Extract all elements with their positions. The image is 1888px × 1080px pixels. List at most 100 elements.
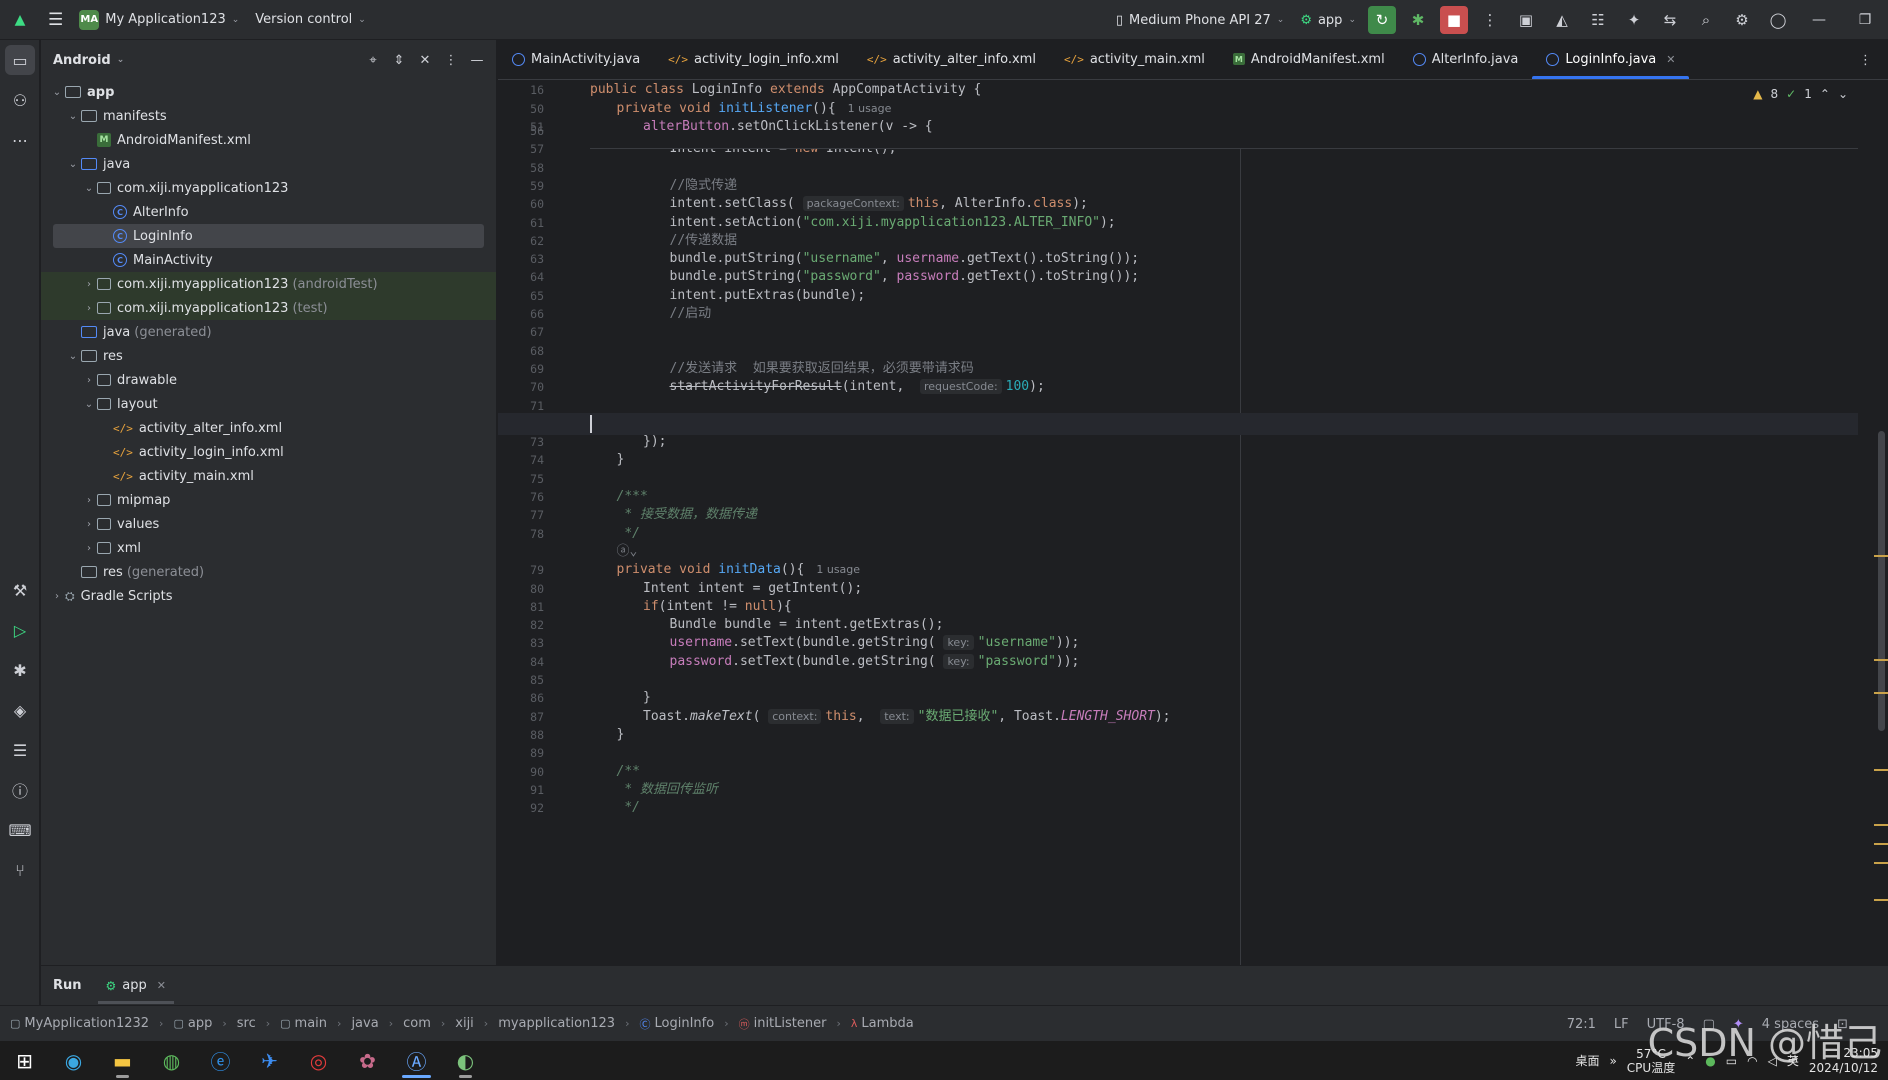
git-icon[interactable]: ⑂ [0, 850, 40, 890]
error-stripe-mark[interactable] [1874, 843, 1888, 845]
tree-node[interactable]: › mipmap [41, 488, 496, 512]
problems-icon[interactable]: ⓘ [0, 770, 40, 810]
tree-node[interactable]: </> activity_login_info.xml [41, 440, 496, 464]
expand-all-icon[interactable]: ⇕ [388, 53, 410, 68]
sync-gradle-icon[interactable]: ⇆ [1652, 0, 1688, 40]
resource-manager-icon[interactable]: ⚇ [0, 80, 40, 120]
chevron-down-icon[interactable]: ⌄ [65, 351, 81, 362]
error-stripe-mark[interactable] [1874, 555, 1888, 557]
tree-node[interactable]: C LoginInfo [53, 224, 484, 248]
debug-button[interactable]: ✱ [1400, 0, 1436, 40]
more-tools-icon[interactable]: ⋯ [0, 120, 40, 160]
error-stripe-mark[interactable] [1874, 659, 1888, 661]
usage-hint[interactable]: 1 usage [848, 102, 892, 115]
run-config-selector[interactable]: ⚙ app ⌄ [1292, 6, 1364, 34]
tree-node[interactable]: › com.xiji.myapplication123 (test) [41, 296, 496, 320]
breadcrumb-item[interactable]: myapplication123 [498, 1016, 615, 1031]
editor-tab[interactable]: M AndroidManifest.xml [1219, 39, 1399, 79]
code-line[interactable]: //启动 [670, 303, 712, 325]
breadcrumb-item[interactable]: ▢ MyApplication1232 [10, 1016, 149, 1031]
chevron-down-icon[interactable]: ⌄ [49, 87, 65, 98]
minimize-button[interactable]: — [1796, 0, 1842, 40]
tree-node[interactable]: java (generated) [41, 320, 496, 344]
error-stripe-mark[interactable] [1874, 862, 1888, 864]
editor-tab[interactable]: </> activity_main.xml [1050, 39, 1219, 79]
tree-node[interactable]: C AlterInfo [41, 200, 496, 224]
code-line[interactable]: }); [643, 431, 666, 453]
error-stripe-mark[interactable] [1874, 824, 1888, 826]
build-icon[interactable]: ⚒ [0, 570, 40, 610]
tree-node[interactable]: › drawable [41, 368, 496, 392]
breadcrumb-item[interactable]: Ⓒ LoginInfo [640, 1016, 715, 1032]
emulator-taskbar-icon[interactable]: ◐ [441, 1041, 490, 1080]
tree-node[interactable]: res (generated) [41, 560, 496, 584]
run-tool-icon[interactable]: ▷ [0, 610, 40, 650]
main-menu-button[interactable]: ☰ [40, 6, 71, 34]
collapse-all-icon[interactable]: ✕ [414, 53, 436, 68]
tab-options-icon[interactable]: ⋮ [1859, 40, 1872, 80]
error-stripe-mark[interactable] [1874, 769, 1888, 771]
device-selector[interactable]: ▯ Medium Phone API 27 ⌄ [1108, 6, 1292, 34]
close-icon[interactable]: ✕ [157, 979, 166, 992]
account-icon[interactable]: ◯ [1760, 0, 1796, 40]
breadcrumb-item[interactable]: java [351, 1016, 378, 1031]
tree-node[interactable]: ⌄ com.xiji.myapplication123 [41, 176, 496, 200]
breadcrumb-item[interactable]: ⓜ initListener [739, 1016, 827, 1032]
code-editor[interactable]: ▲ 8 ✓ 1 ⌃ ⌄ 16 50 51 56 57 58 59 60 61 62 63 64 65 66… [498, 81, 1888, 965]
inspection-widget[interactable]: ▲ 8 ✓ 1 ⌃ ⌄ [1753, 87, 1848, 101]
tree-node[interactable]: ⌄ layout [41, 392, 496, 416]
code-line[interactable]: */ [617, 797, 640, 819]
windows-start-icon[interactable]: ⊞ [0, 1041, 49, 1080]
chevron-right-icon[interactable]: › [81, 375, 97, 386]
editor-tab[interactable]: </> activity_alter_info.xml [853, 39, 1050, 79]
line-separator[interactable]: LF [1614, 1017, 1629, 1032]
layout-inspector-icon[interactable]: ☷ [1580, 0, 1616, 40]
sdk-manager-icon[interactable]: ◭ [1544, 0, 1580, 40]
breadcrumb-item[interactable]: com [403, 1016, 431, 1031]
chevron-right-icon[interactable]: › [81, 495, 97, 506]
browser-green-icon[interactable]: ◍ [147, 1041, 196, 1080]
locate-file-icon[interactable]: ⌖ [362, 53, 384, 68]
netease-music-icon[interactable]: ◎ [294, 1041, 343, 1080]
logcat-icon[interactable]: ☰ [0, 730, 40, 770]
project-tool-icon[interactable]: ▭ [5, 45, 35, 75]
tree-node[interactable]: </> activity_main.xml [41, 464, 496, 488]
scroll-thumb[interactable] [1878, 431, 1885, 731]
edge-browser-icon[interactable]: ◉ [49, 1041, 98, 1080]
chevron-down-icon[interactable]: ⌄ [65, 159, 81, 170]
chevron-down-icon[interactable]: ⌄ [81, 399, 97, 410]
next-highlight-icon[interactable]: ⌄ [1838, 87, 1848, 101]
breadcrumb-item[interactable]: ▢ app [173, 1016, 212, 1031]
editor-tab[interactable]: MainActivity.java [498, 39, 654, 79]
rerun-button[interactable]: ↻ [1368, 6, 1396, 34]
tree-node[interactable]: › xml [41, 536, 496, 560]
tree-node[interactable]: ⌄ manifests [41, 104, 496, 128]
sticky-scroll-header[interactable]: public class LoginInfo extends AppCompat… [590, 81, 1858, 149]
stop-button[interactable]: ■ [1440, 6, 1468, 34]
code-area[interactable]: public class LoginInfo extends AppCompat… [498, 81, 1858, 965]
more-actions-icon[interactable]: ⋮ [1472, 0, 1508, 40]
chevron-down-icon[interactable]: ⌄ [65, 111, 81, 122]
options-icon[interactable]: ⋮ [440, 53, 462, 68]
chevron-right-icon[interactable]: › [81, 303, 97, 314]
breadcrumb-item[interactable]: λ Lambda [851, 1016, 914, 1031]
tree-node[interactable]: ⌄ app [41, 80, 496, 104]
breadcrumb-item[interactable]: src [237, 1016, 256, 1031]
caret-position[interactable]: 72:1 [1567, 1017, 1596, 1032]
search-icon[interactable]: ⌕ [1688, 0, 1724, 40]
app-quality-icon[interactable]: ◈ [0, 690, 40, 730]
code-line[interactable]: } [617, 449, 625, 471]
error-stripe-mark[interactable] [1874, 692, 1888, 694]
chevron-right-icon[interactable]: › [81, 519, 97, 530]
chevron-right-icon[interactable]: › [81, 279, 97, 290]
profiler-icon[interactable]: ✦ [1616, 0, 1652, 40]
game-app-icon[interactable]: ✿ [343, 1041, 392, 1080]
breadcrumb-item[interactable]: ▢ main [280, 1016, 327, 1031]
breadcrumb-item[interactable]: xiji [455, 1016, 474, 1031]
android-studio-taskbar-icon[interactable]: Ⓐ [392, 1041, 441, 1080]
desktop-label[interactable]: 桌面 [1575, 1052, 1599, 1069]
version-control-menu[interactable]: Version control ⌄ [247, 6, 374, 34]
tree-node[interactable]: C MainActivity [41, 248, 496, 272]
tree-node[interactable]: › values [41, 512, 496, 536]
usage-hint[interactable]: 1 usage [816, 563, 860, 576]
